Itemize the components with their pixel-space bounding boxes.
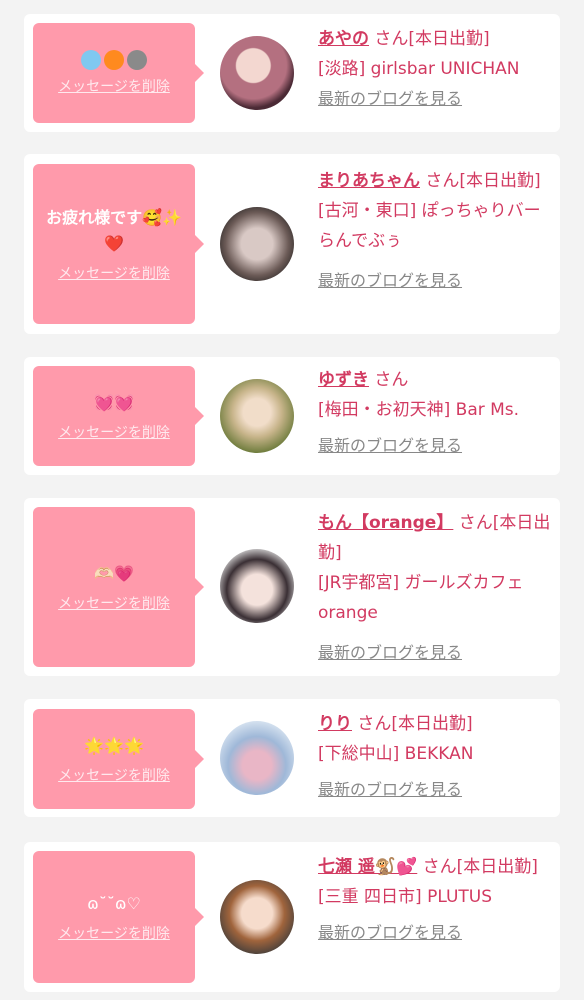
profile-info: あやの さん[本日出勤] [淡路] girlsbar UNICHAN 最新のブロ…: [318, 24, 558, 114]
delete-message-link[interactable]: メッセージを削除: [58, 76, 170, 96]
message-bubble: 🌟🌟🌟 メッセージを削除: [33, 709, 204, 809]
profile-name-link[interactable]: 七瀬 遥🐒💕: [318, 857, 417, 877]
blog-link[interactable]: 最新のブログを見る: [318, 775, 558, 805]
delete-message-link[interactable]: メッセージを削除: [58, 923, 170, 943]
message-bubble: メッセージを削除: [33, 23, 204, 123]
light-blue-heart-icon: [81, 50, 101, 70]
shop-text: [淡路] girlsbar UNICHAN: [318, 59, 520, 79]
message-text: 🌟🌟🌟: [84, 736, 144, 755]
profile-name-link[interactable]: りり: [318, 714, 352, 734]
profile-info: まりあちゃん さん[本日出勤] [古河・東口] ぽっちゃりバー らんでぶぅ 最新…: [318, 166, 558, 296]
shop-text: [JR宇都宮] ガールズカフェ orange: [318, 573, 524, 623]
shop-text: [三重 四日市] PLUTUS: [318, 887, 493, 907]
shop-text: [古河・東口] ぽっちゃりバー らんでぶぅ: [318, 201, 541, 251]
profile-info: ゆずき さん [梅田・お初天神] Bar Ms. 最新のブログを見る: [318, 365, 558, 461]
status-text: さん: [374, 370, 409, 390]
profile-info: もん【orange】 さん[本日出勤] [JR宇都宮] ガールズカフェ oran…: [318, 508, 558, 668]
avatar[interactable]: [220, 721, 294, 795]
delete-message-link[interactable]: メッセージを削除: [58, 593, 170, 613]
message-card: お疲れ様です🥰✨❤️ メッセージを削除 まりあちゃん さん[本日出勤] [古河・…: [24, 154, 560, 334]
message-text: 💓💓: [94, 393, 134, 412]
message-card: メッセージを削除 あやの さん[本日出勤] [淡路] girlsbar UNIC…: [24, 14, 560, 132]
blog-link[interactable]: 最新のブログを見る: [318, 431, 558, 461]
status-text: さん[本日出勤]: [374, 29, 490, 49]
message-bubble: 💓💓 メッセージを削除: [33, 366, 204, 466]
blog-link[interactable]: 最新のブログを見る: [318, 918, 558, 948]
message-bubble: お疲れ様です🥰✨❤️ メッセージを削除: [33, 164, 204, 324]
delete-message-link[interactable]: メッセージを削除: [58, 263, 170, 283]
message-card: ɷ˘˘ɷ♡ メッセージを削除 七瀬 遥🐒💕 さん[本日出勤] [三重 四日市] …: [24, 842, 560, 992]
blog-link[interactable]: 最新のブログを見る: [318, 266, 558, 296]
message-list: メッセージを削除 あやの さん[本日出勤] [淡路] girlsbar UNIC…: [0, 0, 584, 1000]
avatar[interactable]: [220, 36, 294, 110]
message-emoji: [81, 50, 147, 70]
profile-name-link[interactable]: まりあちゃん: [318, 171, 420, 191]
status-text: さん[本日出勤]: [422, 857, 538, 877]
message-bubble: ɷ˘˘ɷ♡ メッセージを削除: [33, 851, 204, 983]
message-card: 🫶🏻💗 メッセージを削除 もん【orange】 さん[本日出勤] [JR宇都宮]…: [24, 498, 560, 676]
message-bubble: 🫶🏻💗 メッセージを削除: [33, 507, 204, 667]
message-card: 🌟🌟🌟 メッセージを削除 りり さん[本日出勤] [下総中山] BEKKAN 最…: [24, 699, 560, 817]
message-text: 🫶🏻💗: [94, 564, 134, 583]
avatar[interactable]: [220, 207, 294, 281]
status-text: さん[本日出勤]: [357, 714, 473, 734]
orange-heart-icon: [104, 50, 124, 70]
profile-info: りり さん[本日出勤] [下総中山] BEKKAN 最新のブログを見る: [318, 709, 558, 805]
blog-link[interactable]: 最新のブログを見る: [318, 638, 558, 668]
profile-info: 七瀬 遥🐒💕 さん[本日出勤] [三重 四日市] PLUTUS 最新のブログを見…: [318, 852, 558, 948]
delete-message-link[interactable]: メッセージを削除: [58, 422, 170, 442]
blog-link[interactable]: 最新のブログを見る: [318, 84, 558, 114]
avatar[interactable]: [220, 549, 294, 623]
message-card: 💓💓 メッセージを削除 ゆずき さん [梅田・お初天神] Bar Ms. 最新の…: [24, 357, 560, 475]
avatar[interactable]: [220, 880, 294, 954]
delete-message-link[interactable]: メッセージを削除: [58, 765, 170, 785]
profile-name-link[interactable]: ゆずき: [318, 370, 369, 390]
avatar[interactable]: [220, 379, 294, 453]
profile-name-link[interactable]: あやの: [318, 29, 369, 49]
shop-text: [下総中山] BEKKAN: [318, 744, 474, 764]
grey-heart-icon: [127, 50, 147, 70]
status-text: さん[本日出勤]: [425, 171, 541, 191]
message-text: お疲れ様です🥰✨❤️: [46, 208, 182, 253]
message-text: ɷ˘˘ɷ♡: [87, 894, 141, 913]
profile-name-link[interactable]: もん【orange】: [318, 513, 453, 533]
shop-text: [梅田・お初天神] Bar Ms.: [318, 400, 520, 420]
